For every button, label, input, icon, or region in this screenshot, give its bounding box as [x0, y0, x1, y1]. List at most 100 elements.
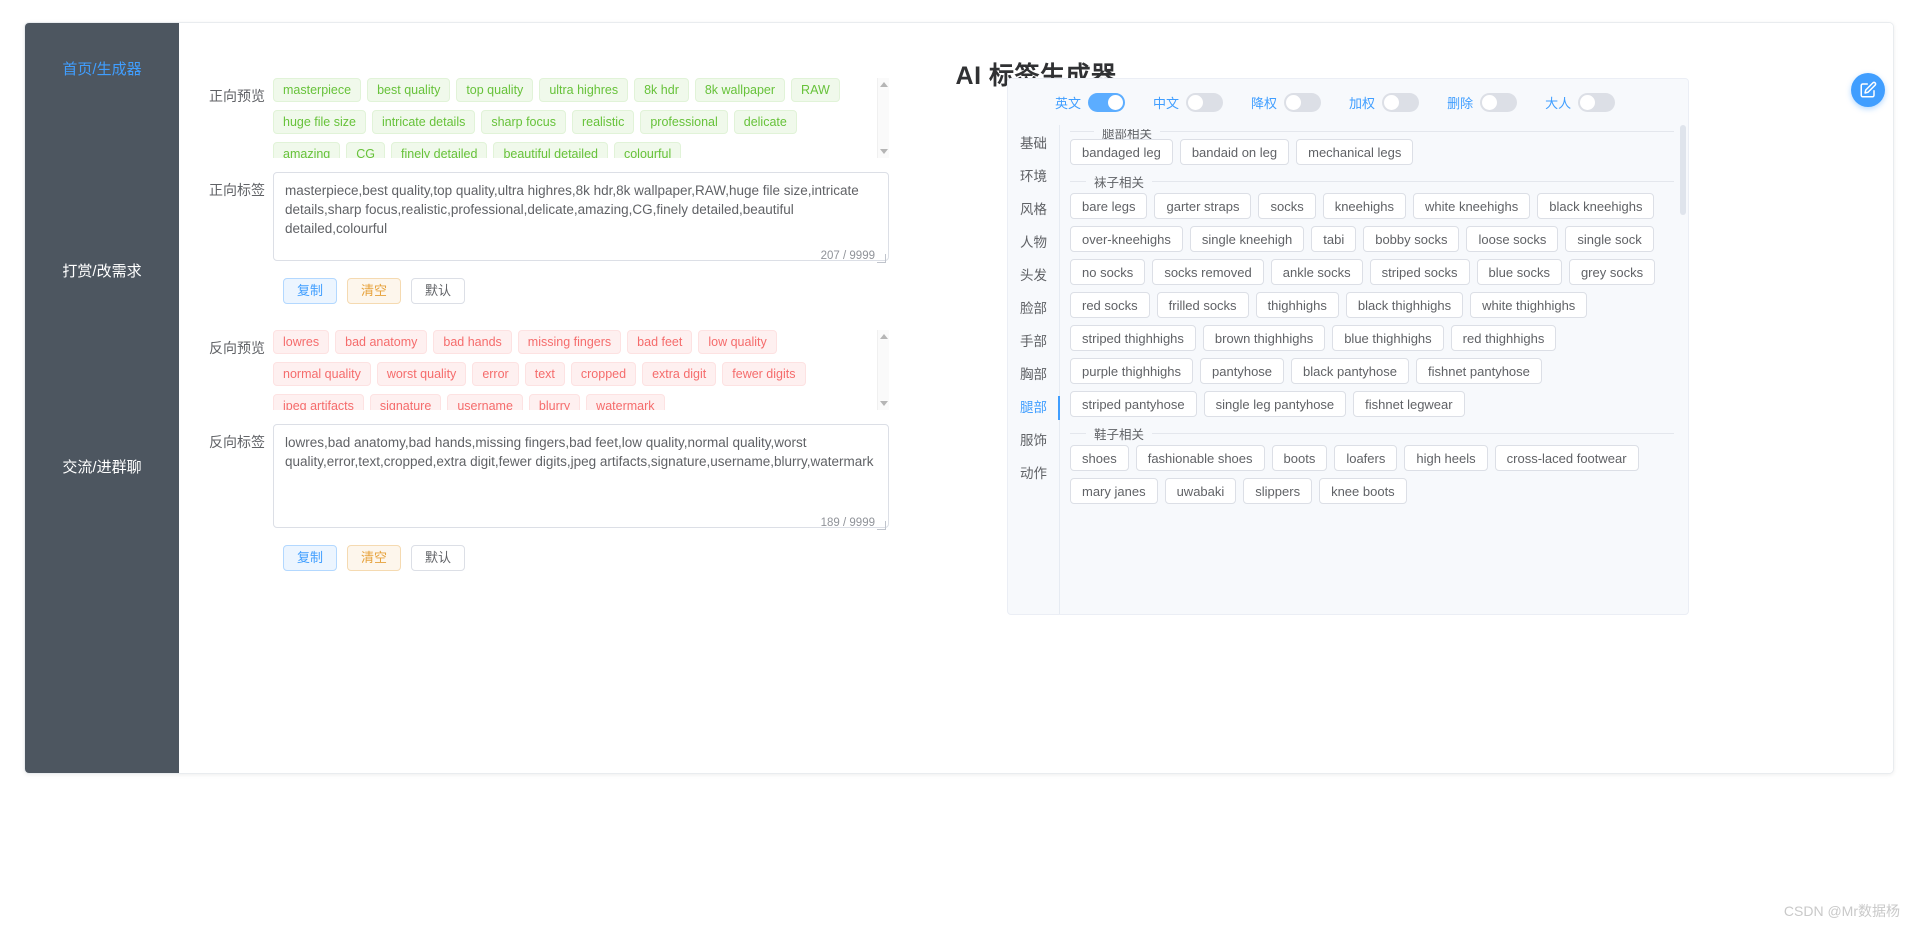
tag-button[interactable]: loose socks	[1466, 226, 1559, 252]
negative-chip[interactable]: missing fingers	[517, 330, 622, 354]
tag-button[interactable]: mechanical legs	[1296, 139, 1414, 165]
positive-copy-button[interactable]: 复制	[283, 278, 338, 304]
tag-button[interactable]: shoes	[1070, 445, 1129, 471]
category-tab[interactable]: 胸部	[1008, 358, 1059, 391]
negative-preview-scrollbar[interactable]	[877, 330, 889, 410]
sidebar-item-home-generator[interactable]: 首页/生成器	[25, 59, 179, 81]
tag-button[interactable]: fashionable shoes	[1135, 445, 1265, 471]
category-tab[interactable]: 腿部	[1008, 391, 1060, 424]
toggle-switch[interactable]	[1186, 92, 1224, 112]
negative-tags-input[interactable]	[273, 424, 889, 528]
tag-button[interactable]: striped thighhighs	[1070, 325, 1196, 351]
scroll-down-icon[interactable]	[880, 401, 888, 406]
tag-button[interactable]: white kneehighs	[1412, 193, 1531, 219]
tag-button[interactable]: socks	[1258, 193, 1316, 219]
category-tab[interactable]: 基础	[1008, 127, 1059, 160]
tag-button[interactable]: black pantyhose	[1291, 358, 1409, 384]
category-tab[interactable]: 人物	[1008, 226, 1059, 259]
positive-default-button[interactable]: 默认	[411, 278, 466, 304]
tag-button[interactable]: striped socks	[1369, 259, 1470, 285]
negative-chip[interactable]: bad feet	[627, 330, 693, 354]
tag-button[interactable]: black kneehighs	[1537, 193, 1655, 219]
tag-button[interactable]: single leg pantyhose	[1203, 391, 1347, 417]
tag-button[interactable]: brown thighhighs	[1202, 325, 1326, 351]
positive-chip[interactable]: delicate	[733, 110, 797, 134]
negative-chip[interactable]: lowres	[273, 330, 330, 354]
tag-button[interactable]: uwabaki	[1164, 478, 1237, 504]
tag-button[interactable]: bandaid on leg	[1179, 139, 1290, 165]
positive-chip[interactable]: RAW	[791, 78, 840, 102]
tag-button[interactable]: cross-laced footwear	[1494, 445, 1639, 471]
positive-chip[interactable]: 8k hdr	[634, 78, 689, 102]
tag-button[interactable]: black thighhighs	[1345, 292, 1464, 318]
tag-button[interactable]: single sock	[1565, 226, 1654, 252]
sidebar-item-donate[interactable]: 打赏/改需求	[25, 261, 179, 283]
positive-chip[interactable]: huge file size	[273, 110, 366, 134]
negative-chip[interactable]: text	[524, 362, 565, 386]
tag-button[interactable]: bare legs	[1070, 193, 1148, 219]
negative-clear-button[interactable]: 清空	[347, 545, 402, 571]
tag-button[interactable]: fishnet legwear	[1353, 391, 1465, 417]
tag-button[interactable]: high heels	[1404, 445, 1488, 471]
tag-button[interactable]: frilled socks	[1156, 292, 1249, 318]
positive-chip[interactable]: colourful	[613, 142, 682, 158]
toggle-switch[interactable]	[1088, 92, 1126, 112]
positive-chip[interactable]: intricate details	[371, 110, 476, 134]
tag-button[interactable]: single kneehigh	[1189, 226, 1305, 252]
toggle-switch[interactable]	[1284, 92, 1322, 112]
toggle-switch[interactable]	[1480, 92, 1518, 112]
negative-chip[interactable]: watermark	[586, 394, 665, 410]
sidebar-item-community[interactable]: 交流/进群聊	[25, 457, 179, 479]
negative-chip[interactable]: bad anatomy	[335, 330, 428, 354]
positive-chip[interactable]: professional	[640, 110, 728, 134]
edit-square-icon[interactable]	[1851, 73, 1885, 107]
scroll-up-icon[interactable]	[880, 334, 888, 339]
tag-button[interactable]: mary janes	[1070, 478, 1158, 504]
negative-chip[interactable]: bad hands	[433, 330, 512, 354]
negative-chip[interactable]: low quality	[698, 330, 777, 354]
tag-button[interactable]: red thighhighs	[1450, 325, 1557, 351]
tag-button[interactable]: boots	[1271, 445, 1328, 471]
tag-button[interactable]: kneehighs	[1322, 193, 1406, 219]
scroll-down-icon[interactable]	[880, 149, 888, 154]
tag-button[interactable]: bandaged leg	[1070, 139, 1173, 165]
tag-grid-scrollbar[interactable]	[1680, 125, 1686, 614]
tag-button[interactable]: grey socks	[1568, 259, 1656, 285]
tag-button[interactable]: white thighhighs	[1470, 292, 1588, 318]
positive-chip[interactable]: 8k wallpaper	[694, 78, 786, 102]
tag-button[interactable]: over-kneehighs	[1070, 226, 1183, 252]
positive-chip[interactable]: best quality	[367, 78, 451, 102]
toggle-switch[interactable]	[1578, 92, 1616, 112]
negative-default-button[interactable]: 默认	[411, 545, 466, 571]
category-tab[interactable]: 头发	[1008, 259, 1059, 292]
tag-button[interactable]: socks removed	[1152, 259, 1264, 285]
tag-button[interactable]: garter straps	[1154, 193, 1252, 219]
positive-chip[interactable]: masterpiece	[273, 78, 362, 102]
tag-button[interactable]: no socks	[1070, 259, 1146, 285]
tag-button[interactable]: loafers	[1334, 445, 1398, 471]
positive-chip[interactable]: sharp focus	[481, 110, 566, 134]
negative-chip[interactable]: blurry	[528, 394, 581, 410]
category-tab[interactable]: 手部	[1008, 325, 1059, 358]
negative-chip[interactable]: jpeg artifacts	[273, 394, 364, 410]
scroll-up-icon[interactable]	[880, 82, 888, 87]
toggle-switch[interactable]	[1382, 92, 1420, 112]
category-tab[interactable]: 脸部	[1008, 292, 1059, 325]
positive-tags-input[interactable]	[273, 172, 889, 261]
positive-chip[interactable]: beautiful detailed	[493, 142, 608, 158]
category-tab[interactable]: 风格	[1008, 193, 1059, 226]
positive-chip[interactable]: top quality	[456, 78, 534, 102]
tag-button[interactable]: slippers	[1243, 478, 1313, 504]
tag-button[interactable]: ankle socks	[1270, 259, 1363, 285]
category-tab[interactable]: 动作	[1008, 457, 1059, 490]
tag-button[interactable]: red socks	[1070, 292, 1150, 318]
tag-button[interactable]: knee boots	[1319, 478, 1407, 504]
category-tab[interactable]: 服饰	[1008, 424, 1059, 457]
negative-chip[interactable]: worst quality	[376, 362, 467, 386]
negative-chip[interactable]: cropped	[570, 362, 637, 386]
positive-preview-scrollbar[interactable]	[877, 78, 889, 158]
tag-button[interactable]: thighhighs	[1255, 292, 1339, 318]
tag-button[interactable]: striped pantyhose	[1070, 391, 1197, 417]
tag-button[interactable]: blue socks	[1476, 259, 1562, 285]
tag-button[interactable]: bobby socks	[1363, 226, 1460, 252]
